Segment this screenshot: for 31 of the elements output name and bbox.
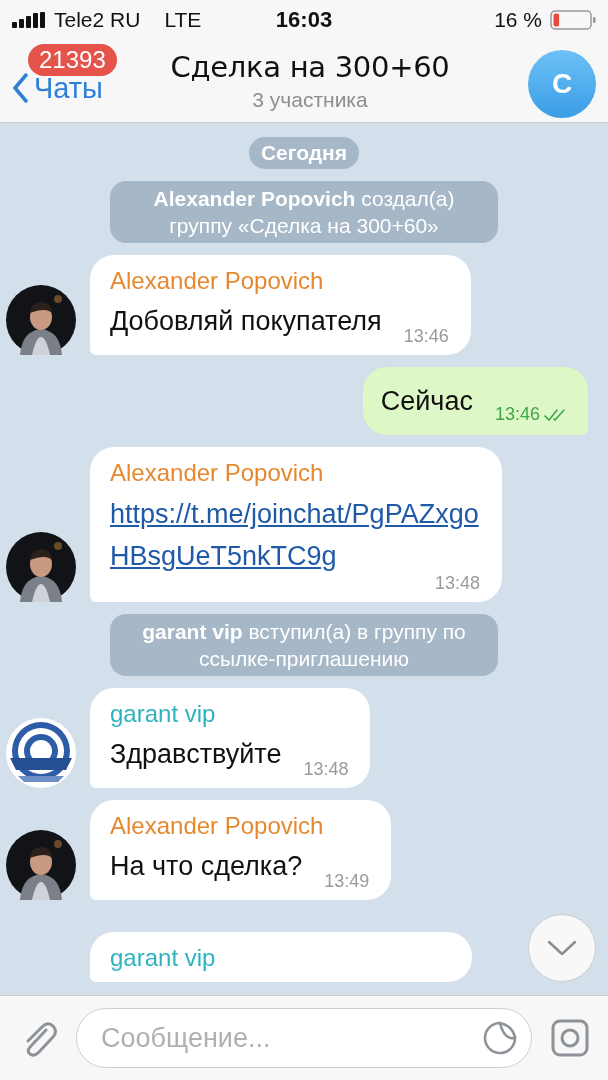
back-chevron-icon bbox=[12, 73, 28, 103]
message-time: 13:48 bbox=[303, 759, 349, 780]
message-time: 13:49 bbox=[324, 871, 370, 892]
chat-title: Сделка на 300+60 bbox=[169, 50, 451, 84]
message-text: Сейчас bbox=[380, 385, 473, 418]
message-text: Добовляй покупателя bbox=[110, 305, 382, 338]
message-time: 13:46 bbox=[494, 404, 540, 425]
network-type: LTE bbox=[164, 8, 202, 32]
service-message: Alexander Popovich создал(а) группу «Сделка на 300+60» bbox=[110, 181, 498, 243]
camera-icon[interactable] bbox=[550, 1018, 590, 1058]
sender-name: Alexander Popovich bbox=[110, 812, 325, 840]
message-input[interactable]: Сообщение... bbox=[76, 1008, 532, 1068]
participants-count: 3 участника bbox=[251, 88, 369, 112]
battery-percent: 16 % bbox=[494, 8, 542, 32]
sender-name: garant vip bbox=[110, 700, 217, 728]
sticker-icon[interactable] bbox=[482, 1020, 518, 1056]
unread-badge: 21393 bbox=[28, 44, 117, 76]
status-time: 16:03 bbox=[275, 7, 333, 33]
battery-icon bbox=[550, 10, 596, 30]
service-message: garant vip вступил(а) в группу по ссылке-приглашению bbox=[110, 614, 498, 676]
date-label: Сегодня bbox=[248, 137, 360, 169]
message-text: Здравствуйте bbox=[110, 738, 282, 771]
sender-name: Alexander Popovich bbox=[110, 459, 325, 487]
signal-icon bbox=[12, 12, 46, 28]
message-time: 13:46 bbox=[403, 326, 449, 347]
carrier-name: Tele2 RU bbox=[54, 8, 141, 32]
sender-name: Alexander Popovich bbox=[110, 267, 325, 295]
sender-name: garant vip bbox=[110, 944, 217, 972]
chevron-down-icon bbox=[547, 940, 577, 956]
group-avatar[interactable]: С bbox=[528, 50, 596, 118]
message-text: На что сделка? bbox=[110, 850, 303, 883]
